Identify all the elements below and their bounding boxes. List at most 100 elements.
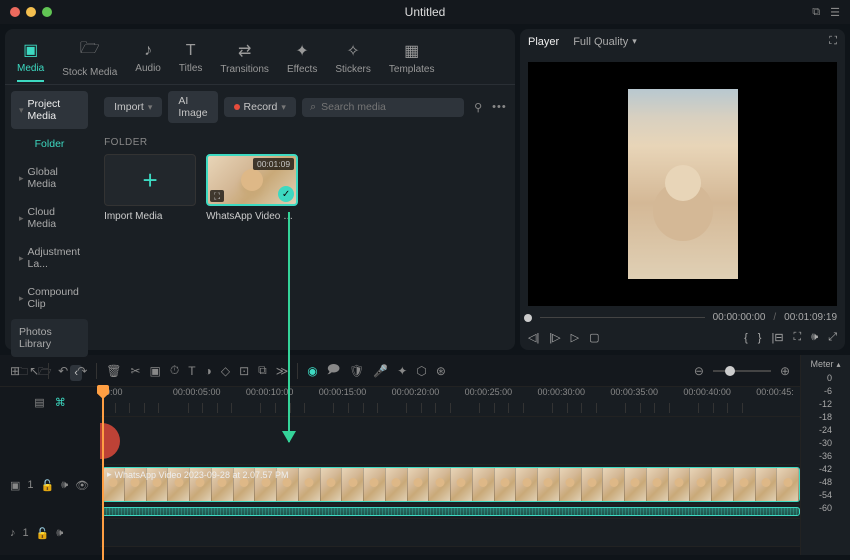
mask-icon[interactable]: ⬡ [416,364,426,378]
transitions-icon: ⇄ [238,41,251,61]
player-tab[interactable]: Player [528,36,559,48]
media-icon: ▣ [23,40,38,60]
shield-icon[interactable]: 🛡 [349,364,364,378]
track-manager-icon[interactable]: ▤ [34,396,44,409]
tab-templates[interactable]: ▦Templates [389,41,435,81]
color-icon[interactable]: ◑ [205,364,212,378]
sidebar-cloud-media[interactable]: ▸Cloud Media [11,199,88,237]
sidebar-photos-library[interactable]: Photos Library [11,319,88,357]
delete-icon[interactable]: 🗑 [106,364,121,378]
menu-button-icon[interactable]: ☰ [830,6,840,19]
total-time: 00:01:09:19 [784,312,837,323]
layout-toggle-icon[interactable]: ⧉ [812,6,820,19]
meter-db: -54 [819,490,832,500]
audio-clip[interactable] [102,507,800,516]
layout-icon[interactable]: ⊞ [10,364,20,378]
playhead-dot[interactable] [524,314,532,322]
tab-effects[interactable]: ✦Effects [287,41,317,81]
ai-image-button[interactable]: AI Image [168,91,217,123]
stop-icon[interactable]: ◁| [528,331,539,344]
play-icon[interactable]: ▷ [571,331,579,344]
tab-stock-media[interactable]: 🗁Stock Media [62,37,117,84]
pointer-icon[interactable]: ↖ [29,364,39,378]
marker-out-icon[interactable]: } [758,332,762,344]
ratio-icon[interactable]: ⛶ [794,331,802,344]
lock-icon[interactable]: 🔓 [41,479,55,492]
tab-stickers[interactable]: ✧Stickers [335,41,371,81]
more-tools-icon[interactable]: ≫ [276,364,289,378]
maximize-window[interactable] [42,7,52,17]
video-clip[interactable]: ▸WhatsApp Video 2023-09-28 at 2.07.57 PM [102,467,800,502]
redo-icon[interactable]: ↷ [77,364,87,378]
freeze-icon[interactable]: ⧉ [258,363,267,378]
zoom-slider[interactable] [713,370,771,372]
chevron-down-icon: ▾ [281,102,286,113]
meter-db: -42 [819,464,832,474]
next-frame-icon[interactable]: ▢ [589,331,599,344]
enhance-icon[interactable]: ✦ [397,364,407,378]
linked-audio-lane[interactable] [100,505,800,519]
ai-icon[interactable]: ◉ [307,364,317,378]
compare-icon[interactable]: |⊟ [771,331,783,344]
volume-icon[interactable]: 🕪 [811,331,818,344]
marker-in-icon[interactable]: { [744,332,748,344]
import-media-tile[interactable]: + Import Media [104,154,196,222]
video-preview[interactable] [528,62,837,306]
zoom-knob[interactable] [725,366,735,376]
sidebar-adjustment-layer[interactable]: ▸Adjustment La... [11,239,88,277]
sidebar-global-media[interactable]: ▸Global Media [11,159,88,197]
zoom-in-icon[interactable]: ⊕ [780,364,790,378]
progress-bar[interactable] [540,317,705,318]
undo-icon[interactable]: ↶ [58,364,68,378]
sidebar-folder[interactable]: Folder [11,131,88,157]
meter-toggle-icon[interactable]: ▴ [837,360,841,369]
quality-select[interactable]: Full Quality▾ [573,36,637,48]
voice-icon[interactable]: 🗩 [327,360,340,381]
audio-track-lane[interactable] [100,519,800,547]
crop-icon[interactable]: ▣ [150,364,161,378]
more-icon[interactable]: ••• [492,101,507,113]
tab-audio[interactable]: ♪Audio [135,42,161,80]
meter-db: -36 [819,451,832,461]
text-icon[interactable]: T [188,364,195,378]
search-input[interactable] [321,101,456,113]
minimize-window[interactable] [26,7,36,17]
filter-icon[interactable]: ⚲ [470,101,486,114]
snapshot-icon[interactable]: ⛶ [829,35,837,48]
zoom-out-icon[interactable]: ⊖ [694,364,704,378]
split-icon[interactable]: ✂ [130,364,140,378]
playhead[interactable] [102,387,104,560]
caret-icon: ▸ [19,173,24,184]
lock-icon[interactable]: 🔓 [36,527,50,540]
caret-icon: ▸ [19,253,24,264]
link-icon[interactable]: ⌘ [55,396,66,409]
tab-titles[interactable]: TTitles [179,42,203,80]
mute-icon[interactable]: 🕪 [56,527,63,540]
sidebar-compound-clip[interactable]: ▸Compound Clip [11,279,88,317]
record-dropdown[interactable]: Record▾ [224,97,296,117]
speed-icon[interactable]: ⏱ [170,363,179,378]
mic-icon[interactable]: 🎤 [373,364,388,378]
sidebar-project-media[interactable]: ▾Project Media [11,91,88,129]
keyframe-icon[interactable]: ◇ [221,364,230,378]
drop-zone-lane[interactable] [100,417,800,465]
mute-icon[interactable]: 🕪 [61,479,68,492]
video-track-lane[interactable]: ▸WhatsApp Video 2023-09-28 at 2.07.57 PM [100,465,800,505]
preview-panel: Player Full Quality▾ ⛶ 00:00:00:00 / 00:… [520,29,845,350]
close-window[interactable] [10,7,20,17]
import-dropdown[interactable]: Import▾ [104,97,162,117]
search-media[interactable]: ⌕ [302,98,464,117]
audio-track-header: ♪1 🔓 🕪 [0,519,100,547]
adjust-icon[interactable]: ⊡ [239,364,249,378]
prev-frame-icon[interactable]: |▷ [549,331,560,344]
tab-transitions[interactable]: ⇄Transitions [220,41,269,81]
motion-icon[interactable]: ⊛ [436,364,446,378]
fullscreen-icon[interactable]: ⤢ [828,331,837,344]
visibility-icon[interactable]: 👁 [75,479,89,492]
meter-db: -12 [819,399,832,409]
search-icon: ⌕ [310,101,316,114]
tab-media[interactable]: ▣Media [17,40,44,82]
time-ruler[interactable]: 00:0000:00:05:0000:00:10:0000:00:15:0000… [100,387,800,417]
media-clip-tile[interactable]: 00:01:09 ⛶ ✓ WhatsApp Video 202… [206,154,298,222]
title-bar: Untitled ⧉ ☰ [0,0,850,24]
